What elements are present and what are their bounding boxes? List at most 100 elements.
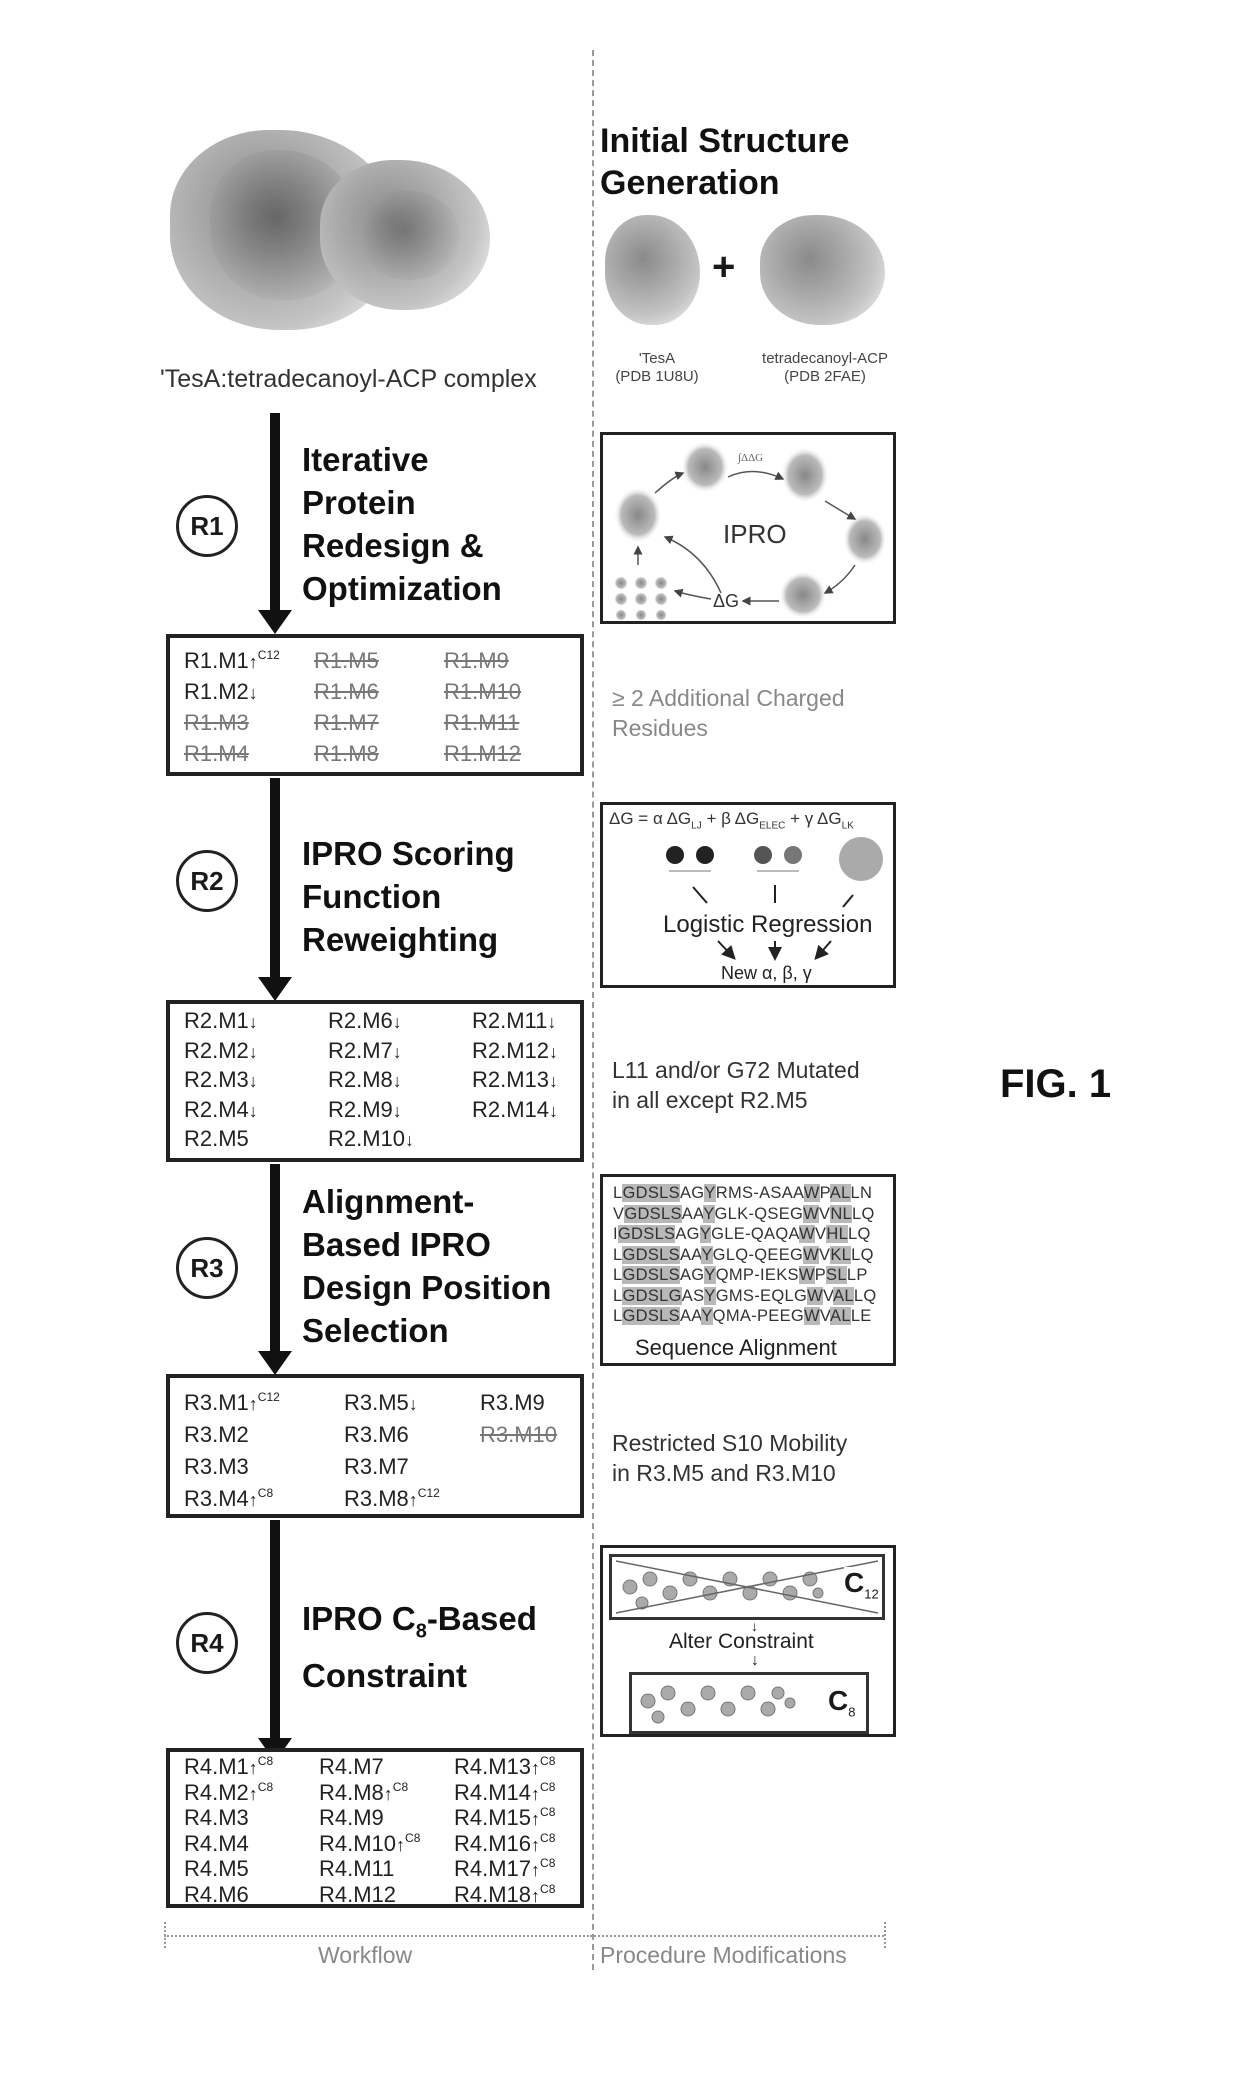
- round-badge-r1: R1: [176, 495, 238, 557]
- round-badge-r2: R2: [176, 850, 238, 912]
- sequence-row: LGDSLSAGYQMP-IEKSWPSLLP: [613, 1266, 868, 1284]
- note-line: Restricted S10 Mobility: [612, 1430, 848, 1456]
- chain-length-superscript: C8: [257, 1486, 274, 1500]
- step-title-r1: Iterative Protein Redesign & Optimizatio…: [302, 438, 502, 610]
- mutant-label: R4.M7: [319, 1754, 384, 1779]
- procedure-modifications-label: Procedure Modifications: [600, 1942, 847, 1968]
- mutant-item: R4.M17↑C8: [454, 1856, 594, 1882]
- mutant-grid: R3.M1↑C12 R3.M2 R3.M3 R3.M4↑C8 R3.M5↓ R3.M6 R3…: [184, 1390, 600, 1518]
- ipro-label: IPRO: [723, 519, 787, 549]
- mutant-label: R2.M1: [184, 1008, 249, 1033]
- mutant-item: R2.M12↓: [472, 1038, 602, 1068]
- mutant-item: R4.M6: [184, 1882, 319, 1908]
- mutant-label: R1.M7: [314, 710, 379, 735]
- sequence-alignment-caption: Sequence Alignment: [635, 1335, 837, 1360]
- mutant-item: R1.M10: [444, 679, 574, 710]
- mutant-label: R1.M8: [314, 741, 379, 766]
- mutant-item: R4.M10↑C8: [319, 1831, 454, 1857]
- mutant-item: R4.M5: [184, 1856, 319, 1882]
- mutant-item: R1.M3: [184, 710, 314, 741]
- scoring-diagram: [666, 837, 883, 961]
- down-arrow-icon: ↓: [549, 1100, 559, 1121]
- mutant-label: R1.M6: [314, 679, 379, 704]
- acp-pdb: (PDB 2FAE): [784, 368, 866, 385]
- mutant-label: R1.M11: [444, 710, 520, 735]
- mutant-label: R4.M10: [319, 1830, 397, 1856]
- atom-icon: [696, 846, 714, 864]
- mutant-label: R4.M17: [454, 1856, 532, 1881]
- down-arrow-icon: ↓: [549, 1041, 559, 1062]
- mutant-label: R1.M3: [184, 710, 249, 735]
- up-arrow-icon: ↑: [396, 1834, 406, 1855]
- protein-icon: [843, 513, 887, 565]
- mutant-label: R4.M14: [454, 1779, 532, 1805]
- round-badge-r4: R4: [176, 1612, 238, 1674]
- up-arrow-icon: ↑: [408, 1490, 418, 1510]
- title-line: Redesign &: [302, 527, 484, 564]
- mutant-item: R3.M4↑C8: [184, 1486, 344, 1518]
- mutant-label: R2.M14: [472, 1096, 550, 1122]
- title-line: Based IPRO: [302, 1226, 491, 1263]
- mutant-item: R4.M15↑C8: [454, 1805, 594, 1831]
- chain-length-superscript: C8: [540, 1754, 556, 1768]
- note-line: in R3.M5 and R3.M10: [612, 1460, 836, 1486]
- note-line: in all except R2.M5: [612, 1087, 808, 1113]
- mutant-label: R3.M8: [344, 1486, 409, 1511]
- down-arrow-icon: ↓: [248, 1100, 258, 1121]
- acp-name: tetradecanoyl-ACP: [762, 350, 888, 367]
- sequence-row: IGDSLSAGYGLE-QAQAWVHLLQ: [613, 1225, 871, 1243]
- mutant-grid: R4.M1↑C8 R4.M2↑C8 R4.M3 R4.M4 R4.M5 R4.M6 R4.M…: [184, 1754, 594, 1907]
- mutant-label: R1.M2: [184, 679, 249, 704]
- title-line: Function: [302, 878, 442, 915]
- mutant-item: R4.M13↑C8: [454, 1754, 594, 1780]
- down-arrow-icon: ↓: [248, 1041, 258, 1062]
- mutant-item: R2.M3↓: [184, 1067, 328, 1097]
- step-title-r3: Alignment- Based IPRO Design Position Se…: [302, 1180, 551, 1352]
- title-line: Design Position: [302, 1269, 552, 1306]
- mutant-label: R4.M8: [319, 1779, 384, 1805]
- protein-icon: [781, 447, 829, 503]
- down-arrow-icon: ↓: [392, 1012, 402, 1032]
- mutant-label: R4.M5: [184, 1856, 249, 1881]
- chain-length-superscript: C8: [540, 1830, 556, 1845]
- mutant-item: R2.M2↓: [184, 1038, 328, 1068]
- chain-length-superscript: C8: [540, 1881, 556, 1896]
- mutant-item: R2.M11↓: [472, 1008, 602, 1038]
- mutant-label: R4.M3: [184, 1805, 249, 1830]
- mutant-label: R2.M12: [472, 1037, 550, 1063]
- mutant-box-r2: R2.M1↓ R2.M2↓ R2.M3↓ R2.M4↓ R2.M5 R2.M6↓ R2.M7…: [166, 1000, 584, 1162]
- mutant-label: R3.M7: [344, 1454, 409, 1479]
- heading-line: Initial Structure: [600, 122, 850, 160]
- title-line: IPRO C8-Based: [302, 1597, 537, 1654]
- mutant-item: R3.M6: [344, 1422, 480, 1454]
- mutant-item: R4.M18↑C8: [454, 1882, 594, 1908]
- mutant-label: R4.M15: [454, 1805, 532, 1830]
- tesa-structure-image: [605, 215, 700, 325]
- workflow-arrow-r2: [270, 778, 280, 980]
- c12-sub: 12: [864, 1586, 879, 1602]
- mutant-item: R1.M9: [444, 648, 574, 679]
- title-line: Constraint: [302, 1656, 467, 1694]
- mutant-item: R3.M3: [184, 1454, 344, 1486]
- up-arrow-icon: ↑: [531, 1885, 541, 1906]
- scoring-panel: ΔG = α ΔGLJ + β ΔGELEC + γ ΔGLK Logistic…: [600, 802, 896, 988]
- down-arrow-icon: ↓: [392, 1041, 402, 1062]
- c8-chain-diagram: [640, 1685, 796, 1724]
- constraint-panel: C12 ↓ Alter Constraint ↓ C8: [600, 1545, 896, 1737]
- title-line: Alignment-: [302, 1183, 475, 1220]
- up-arrow-icon: ↑: [531, 1758, 541, 1778]
- up-arrow-icon: ↑: [248, 1758, 258, 1778]
- mutant-label: R4.M11: [319, 1856, 395, 1881]
- mutant-item: R4.M2↑C8: [184, 1780, 319, 1806]
- sequence-row: VGDSLSAAYGLK-QSEGWVNLLQ: [613, 1204, 875, 1223]
- new-weights-label: New α, β, γ: [721, 963, 812, 983]
- mutant-label: R2.M2: [184, 1037, 249, 1063]
- complex-structure-image: [170, 100, 490, 330]
- solvation-icon: [839, 837, 883, 881]
- mutant-label: R3.M4: [184, 1486, 249, 1511]
- ipro-cycle-panel: ∫ΔΔG IPRO ΔG: [600, 432, 896, 624]
- mutant-grid: R1.M1↑C12 R1.M2↓ R1.M3 R1.M4 R1.M5 R1.M6 R1.M7…: [184, 648, 574, 772]
- title-sub: 8: [415, 1620, 427, 1643]
- chain-length-superscript: C12: [417, 1486, 440, 1500]
- up-arrow-icon: ↑: [383, 1783, 393, 1804]
